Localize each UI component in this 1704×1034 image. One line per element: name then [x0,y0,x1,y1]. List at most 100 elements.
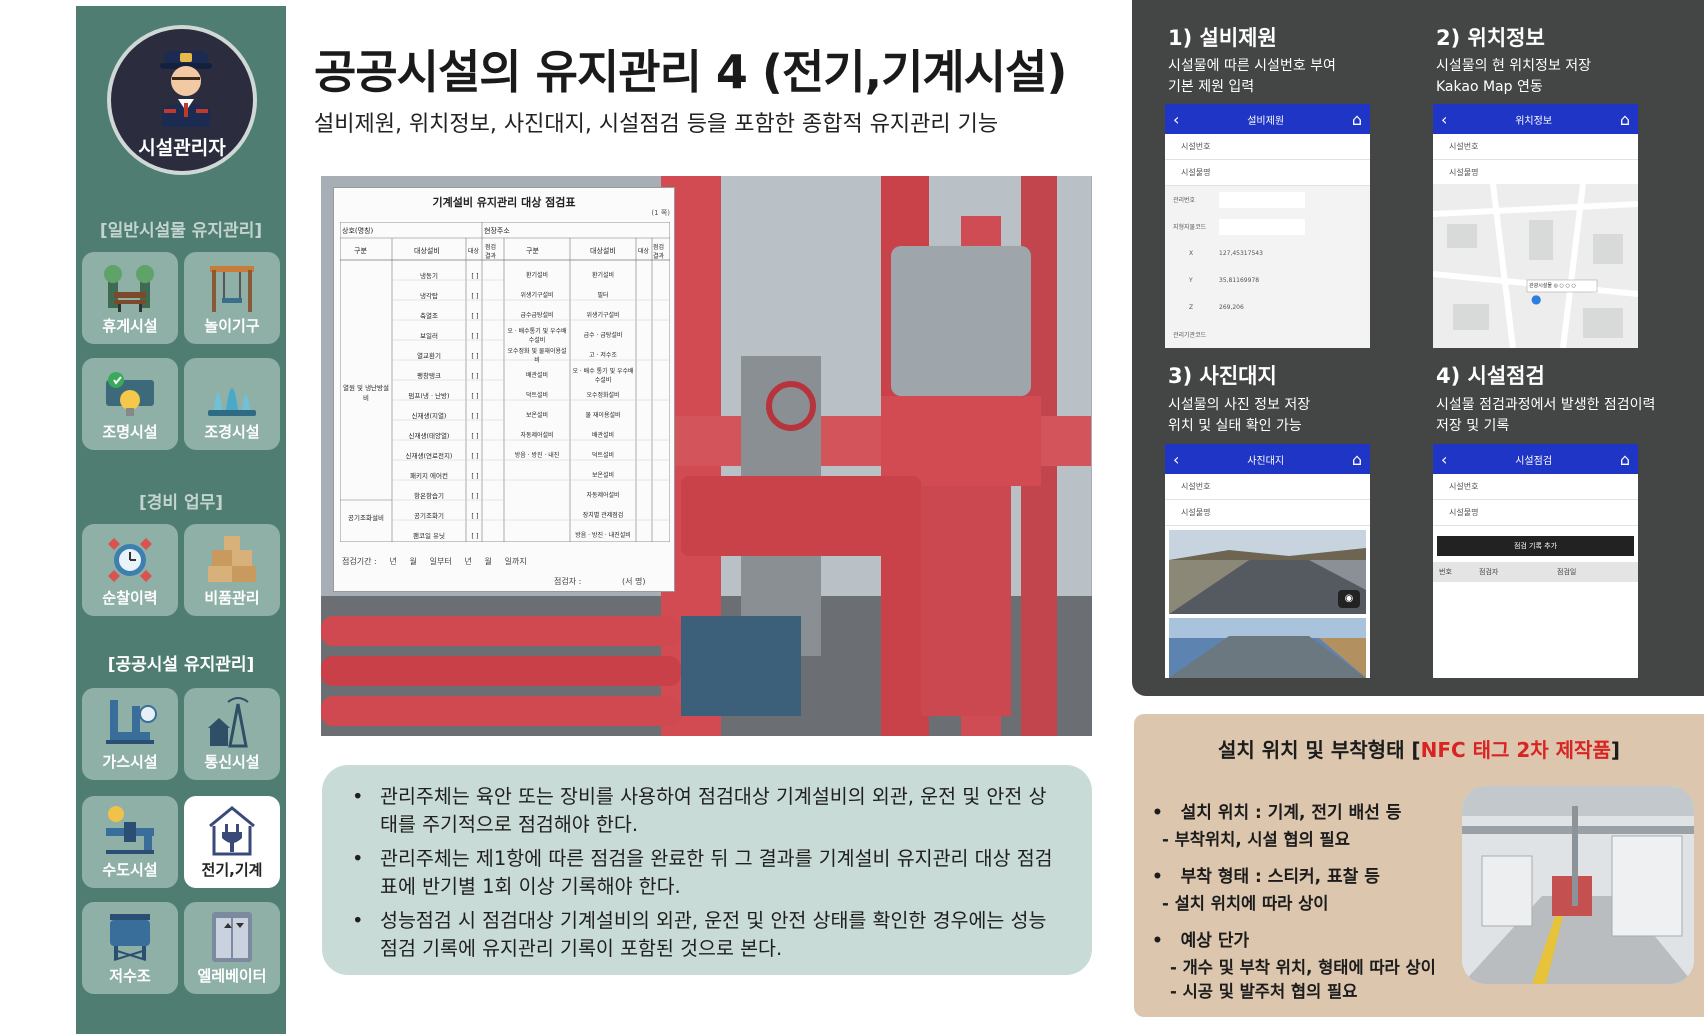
elevator-icon [212,912,252,962]
telecom-tower-icon [208,697,249,748]
feature-title: 4) 시설점검 [1436,364,1545,388]
feature-desc-line: 시설물의 사진 정보 저장 [1168,397,1311,413]
feature-desc-line: 위치 및 실태 확인 가능 [1168,418,1302,434]
spec-value[interactable]: 269,206 [1219,304,1244,311]
sheet-header: 대상설비 [414,247,440,255]
home-icon[interactable]: ⌂ [1352,110,1362,129]
tile-elevator[interactable]: 엘레베이터 [184,902,280,994]
home-icon[interactable]: ⌂ [1620,450,1630,469]
section-title-security: [경비 업무] [138,493,224,513]
site-photo[interactable] [1169,618,1366,678]
tile-lighting[interactable]: 조명시설 [82,358,178,450]
home-icon[interactable]: ⌂ [1620,110,1630,129]
spec-value[interactable] [1219,218,1305,235]
sheet-item: 장치별 관제점검 [582,512,624,519]
map-pin-icon: ● [1531,292,1542,306]
sheet-inspector: 점검자 : (서 명) [554,576,646,587]
tile-supplies[interactable]: 비품관리 [184,524,280,616]
sheet-group: 오수정화 및 물재이용설비 [507,348,567,364]
camera-icon[interactable]: ◉ [1338,590,1360,608]
tile-label: 저수조 [109,967,151,985]
back-icon[interactable]: ‹ [1173,450,1179,469]
field-row[interactable]: 시설물명 [1165,500,1370,526]
feature-panel: 1) 설비제원 시설물에 따른 시설번호 부여 기본 제원 입력 ‹ 설비제원 … [1132,0,1704,696]
sheet-item: 덕트설비 [591,452,615,459]
sheet-item: 방음 · 방진 · 내진설비 [575,532,631,539]
nfc-item-label: 부착 형태 : 스티커, 표찰 등 [1180,867,1380,887]
back-icon[interactable]: ‹ [1173,110,1179,129]
sheet-item: 자동제어설비 [586,492,620,499]
sheet-header: 대상 [468,248,480,255]
checkbox: [ ] [471,532,479,540]
field-row[interactable]: 시설번호 [1165,134,1370,160]
field-row[interactable]: 시설물명 [1165,160,1370,186]
home-icon[interactable]: ⌂ [1352,450,1362,469]
checkbox: [ ] [471,332,479,340]
sheet-item: 신재생(연료전지) [405,452,453,460]
nfc-item-sub: - 부착위치, 시설 협의 필요 [1162,830,1350,849]
add-inspection-record-button[interactable]: 점검 기록 추가 [1437,536,1634,556]
checkbox: [ ] [471,412,479,420]
nfc-item: • 부착 형태 : 스티커, 표찰 등 [1152,867,1380,887]
field-row[interactable]: 시설번호 [1433,134,1638,160]
sheet-header: 대상설비 [590,247,616,255]
spec-label: 관리기관코드 [1173,332,1207,339]
sheet-item: 필터 [597,292,609,299]
inspection-checklist-sheet: 기계설비 유지관리 대상 점검표 (1 쪽) 상호(명칭) 현장주소 구분 대상… [333,187,675,592]
sheet-item: 공기조화기 [414,512,444,520]
sheet-group: 오 · 배수통기 및 우수배수설비 [507,328,567,344]
history-col: 점검일 [1557,568,1577,576]
history-col: 번호 [1439,568,1452,576]
nfc-title-main: 설치 위치 및 부착형태 [ [1217,738,1421,762]
sheet-group: 급수급탕설비 [520,312,554,319]
field-row[interactable]: 시설물명 [1433,500,1638,526]
field-row[interactable]: 시설번호 [1433,474,1638,500]
feature-desc: 시설물 점검과정에서 발생한 점검이력 저장 및 기록 [1436,395,1655,437]
field-row[interactable]: 시설물명 [1433,160,1638,186]
tile-landscape[interactable]: 조경시설 [184,358,280,450]
profile-avatar[interactable]: 시설관리자 [107,25,257,175]
feature-desc: 시설물의 사진 정보 저장 위치 및 실태 확인 가능 [1168,395,1310,437]
feature-title: 3) 사진대지 [1168,364,1277,388]
tile-electric-mechanical[interactable]: 전기,기계 [184,796,280,888]
sheet-header: 점검결과 [653,244,665,260]
tile-telecom[interactable]: 통신시설 [184,688,280,780]
spec-fields: 관리번호 지형지물코드 X 127,45317543 Y 35,81169978 Z… [1165,186,1370,348]
nfc-item-sub: - 설치 위치에 따라 상이 [1162,894,1329,913]
nfc-title-highlight: NFC 태그 2차 제작품 [1420,738,1611,762]
feature-desc-line: 시설물에 따른 시설번호 부여 [1168,58,1336,74]
field-row[interactable]: 시설번호 [1165,474,1370,500]
sheet-header: 구분 [526,247,539,255]
tile-label: 가스시설 [102,753,158,771]
app-bar-title: 시설점검 [1515,455,1553,467]
phone-screen-specs: ‹ 설비제원 ⌂ 시설번호 시설물명 관리번호 지형지물코드 X 127,4531… [1165,104,1370,348]
tile-water[interactable]: 수도시설 [82,796,178,888]
patrol-clock-icon [108,538,152,582]
back-icon[interactable]: ‹ [1441,450,1447,469]
spec-value[interactable] [1219,191,1305,208]
sheet-item: 보일러 [420,332,438,340]
sheet-cell: 현장주소 [484,227,510,235]
back-icon[interactable]: ‹ [1441,110,1447,129]
sheet-title: 기계설비 유지관리 대상 점검표 [432,196,576,209]
nfc-item-label: 예상 단가 [1180,931,1250,951]
sheet-checkboxes-left: [ ] [ ] [ ] [ ] [ ] [ ] [ ] [ ] [ ] [ ] … [468,266,482,546]
tile-label: 통신시설 [204,753,260,771]
tile-gas[interactable]: 가스시설 [82,688,178,780]
water-pipe-icon [106,806,154,854]
kakao-map[interactable]: 관광시설물 ◎ ○ ○ ○ ● [1433,183,1638,348]
checkbox: [ ] [471,432,479,440]
tile-rest-facility[interactable]: 휴게시설 [82,252,178,344]
spec-value[interactable]: 127,45317543 [1219,250,1263,257]
sheet-item: 보온설비 [591,472,615,479]
sheet-item: 항온항습기 [414,492,444,500]
phone-screen-location: ‹ 위치정보 ⌂ 시설번호 시설물명 관광시설물 ◎ ○ ○ ○ ● [1433,104,1638,348]
tile-patrol-history[interactable]: 순찰이력 [82,524,178,616]
history-col: 점검자 [1479,568,1499,576]
sheet-header: 대상 [638,248,650,255]
tile-water-tank[interactable]: 저수조 [82,902,178,994]
tile-playground[interactable]: 놀이기구 [184,252,280,344]
site-photo[interactable]: ◉ [1169,530,1366,614]
spec-value[interactable]: 35,81169978 [1219,277,1259,284]
app-bar: ‹ 사진대지 ⌂ [1165,444,1370,474]
